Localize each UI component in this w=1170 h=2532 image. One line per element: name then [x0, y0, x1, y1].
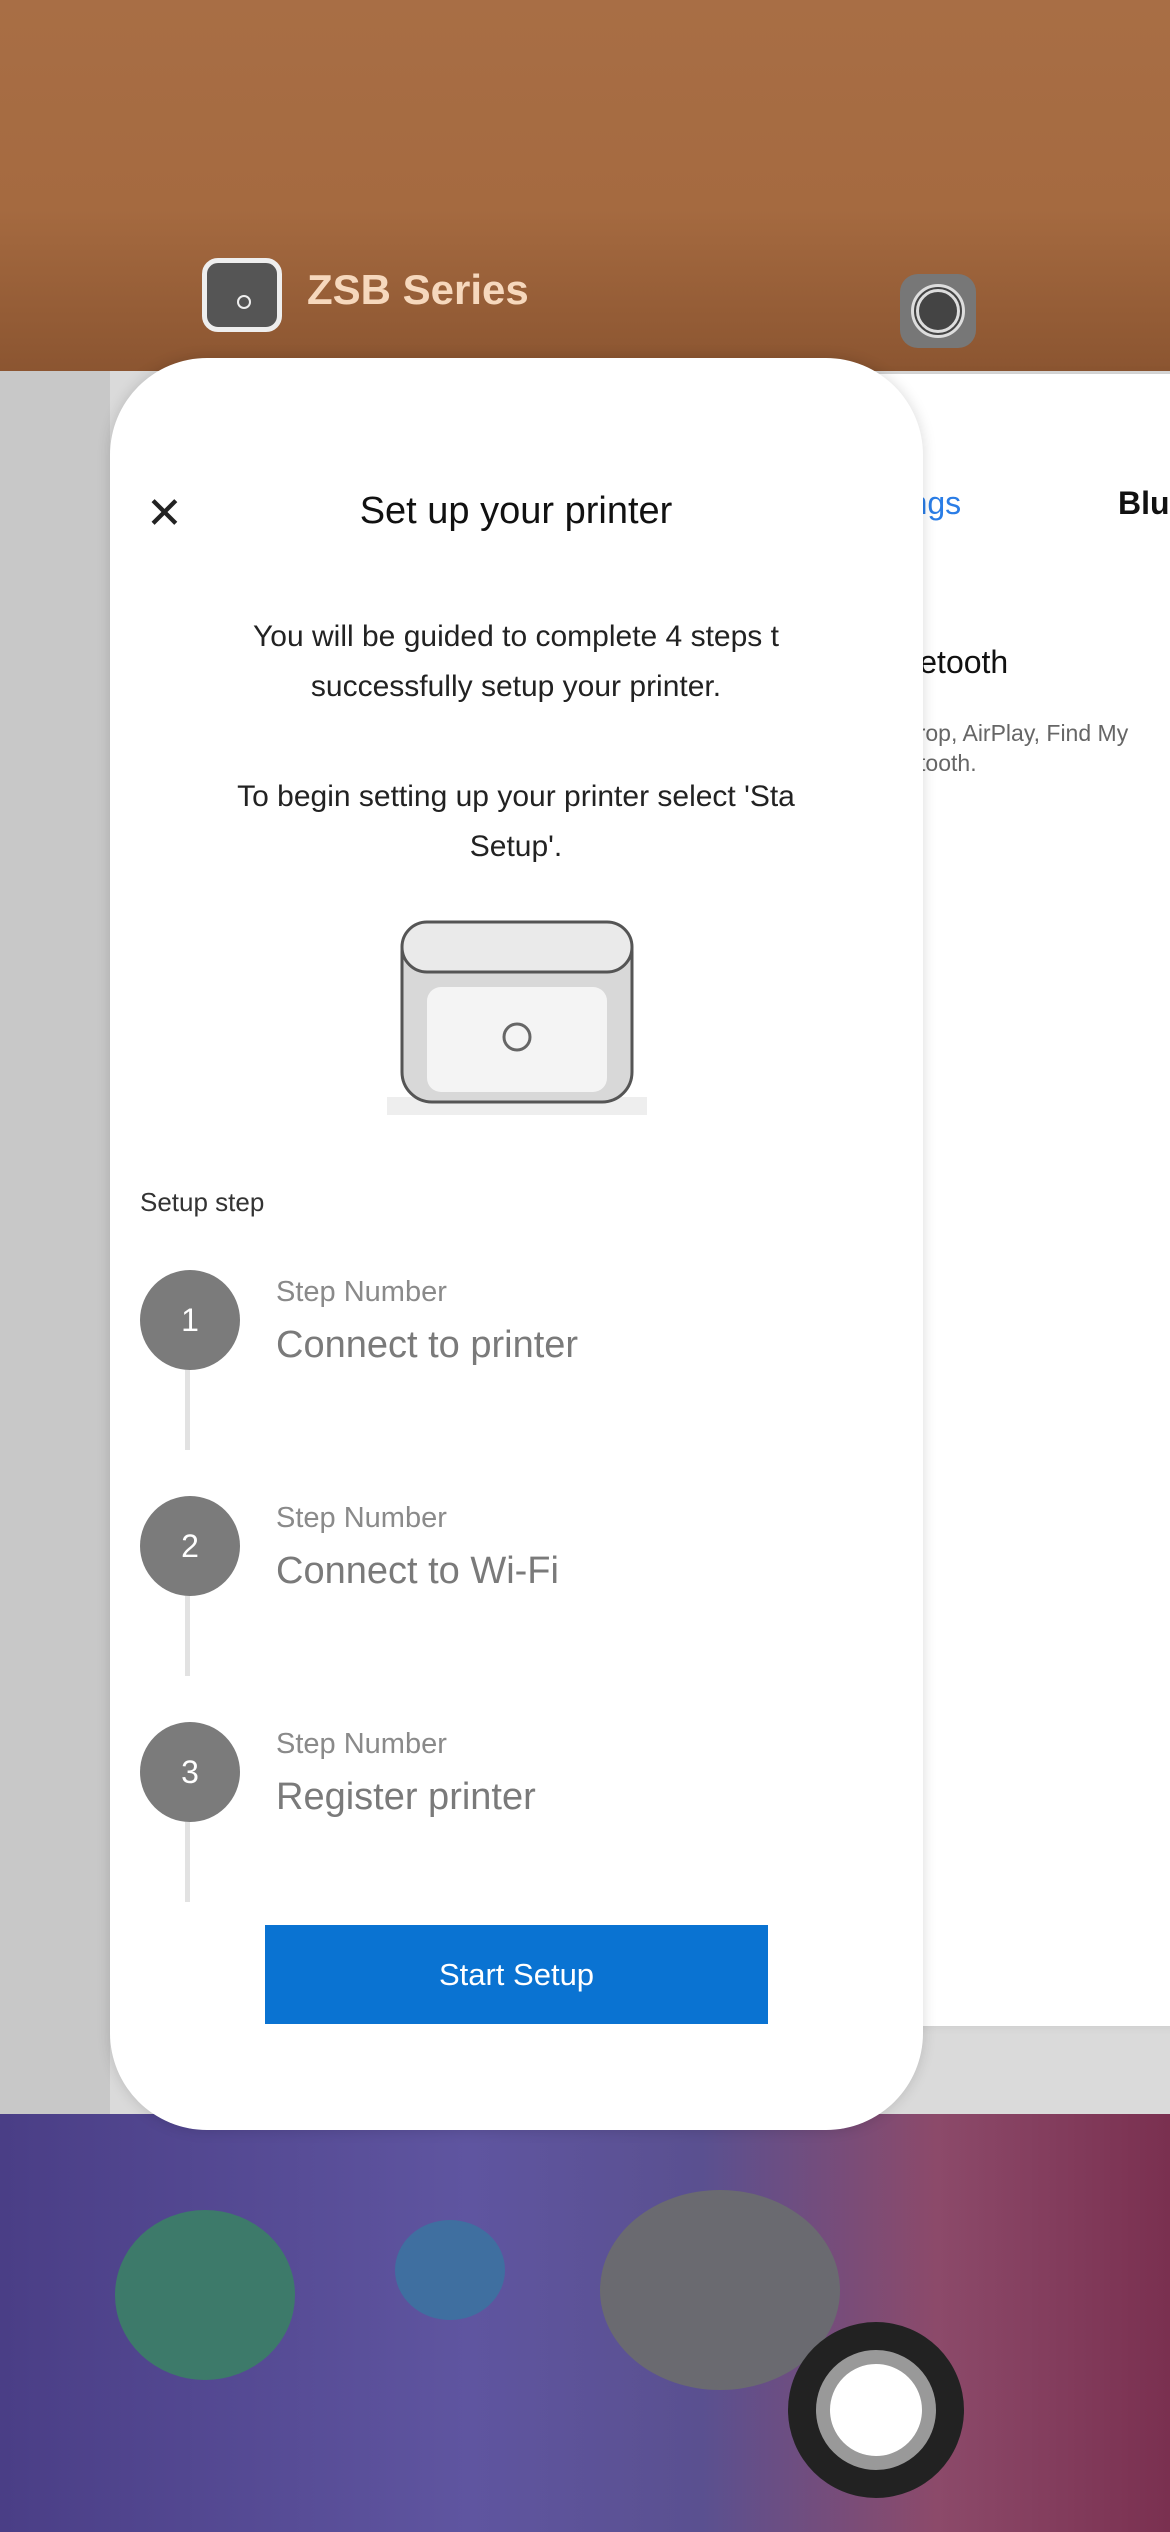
close-icon[interactable]: ✕: [146, 488, 183, 539]
start-setup-button[interactable]: Start Setup: [265, 1925, 768, 2024]
step-connector: [185, 1596, 190, 1676]
intro-text: successfully setup your printer.: [310, 670, 722, 703]
settings-gear-icon: [900, 274, 976, 348]
settings-page-title: Blu: [1118, 485, 1170, 521]
step-caption: Step Number: [276, 1728, 447, 1760]
assistive-touch-button[interactable]: [788, 2322, 964, 2498]
setup-step-label: Setup step: [140, 1187, 265, 1217]
dock-app-blob: [115, 2210, 295, 2380]
instruction-text: To begin setting up your printer select …: [237, 780, 795, 813]
background-app-card-edge: [0, 371, 110, 2114]
step-1-badge: 1: [140, 1270, 240, 1370]
step-title: Register printer: [276, 1776, 536, 1818]
intro-text: You will be guided to complete 4 steps t: [253, 620, 779, 653]
step-title: Connect to printer: [276, 1324, 579, 1366]
step-3-badge: 3: [140, 1722, 240, 1822]
zsb-app-icon: [202, 258, 282, 332]
step-2-badge: 2: [140, 1496, 240, 1596]
wallpaper-top: [0, 0, 1170, 380]
step-caption: Step Number: [276, 1276, 447, 1308]
step-connector: [185, 1822, 190, 1902]
step-caption: Step Number: [276, 1502, 447, 1534]
zsb-app-card[interactable]: ✕ Set up your printer You will be guided…: [110, 358, 923, 2130]
dock-app-blob: [395, 2220, 505, 2320]
step-connector: [185, 1370, 190, 1450]
page-title: Set up your printer: [359, 490, 673, 532]
step-title: Connect to Wi-Fi: [276, 1550, 559, 1592]
instruction-text: Setup'.: [469, 830, 563, 863]
printer-illustration: [387, 920, 647, 1115]
app-name-label: ZSB Series: [307, 266, 529, 313]
